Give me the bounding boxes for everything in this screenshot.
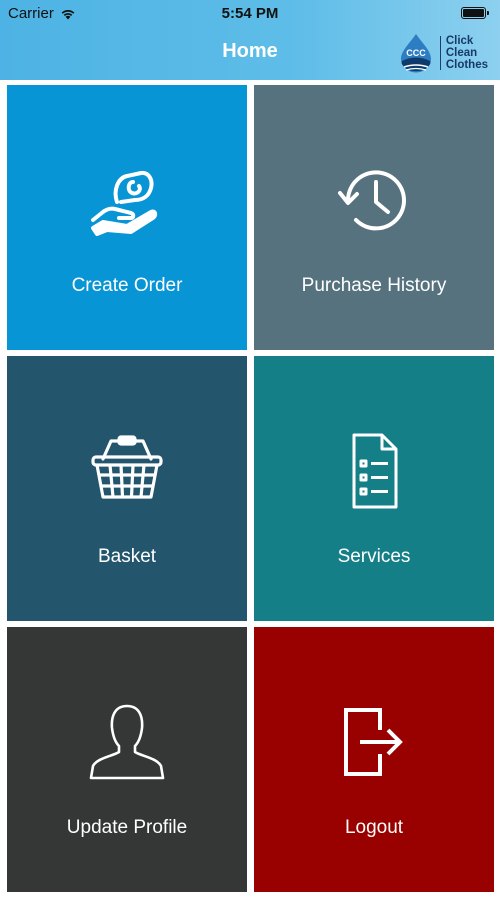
svg-text:CCC: CCC (406, 48, 426, 58)
basket-tile[interactable]: Basket (7, 356, 247, 621)
user-profile-icon (89, 704, 165, 780)
logout-tile[interactable]: Logout (254, 627, 494, 892)
app-screen: Carrier 5:54 PM Home CCC Click Clean Clo… (0, 0, 500, 900)
water-drop-logo-icon: CCC (400, 34, 431, 73)
create-order-label: Create Order (71, 275, 183, 296)
update-profile-label: Update Profile (66, 817, 188, 838)
logo-text-line2: Clean (445, 47, 478, 59)
purchase-history-label: Purchase History (301, 275, 447, 296)
purchase-history-tile[interactable]: Purchase History (254, 85, 494, 350)
status-time: 5:54 PM (221, 5, 279, 22)
logo-divider (439, 36, 441, 70)
history-clock-icon (338, 170, 406, 231)
logo-text-line1: Click (445, 35, 474, 47)
header: Carrier 5:54 PM Home CCC Click Clean Clo… (0, 0, 500, 80)
services-tile[interactable]: Services (254, 356, 494, 621)
document-list-icon (352, 433, 398, 509)
logout-label: Logout (344, 817, 404, 838)
hand-with-clothes-icon (91, 170, 158, 236)
status-bar: Carrier 5:54 PM (0, 0, 500, 28)
logo-text-line3: Clothes (445, 59, 488, 71)
update-profile-tile[interactable]: Update Profile (7, 627, 247, 892)
logout-arrow-icon (344, 708, 403, 776)
basket-label: Basket (97, 546, 157, 567)
create-order-tile[interactable]: Create Order (7, 85, 247, 350)
services-label: Services (337, 546, 411, 567)
logo-text: Click Clean Clothes (446, 35, 488, 71)
basket-icon (91, 435, 163, 499)
battery-icon (461, 7, 489, 19)
brand-logo: CCC Click Clean Clothes (396, 32, 488, 74)
